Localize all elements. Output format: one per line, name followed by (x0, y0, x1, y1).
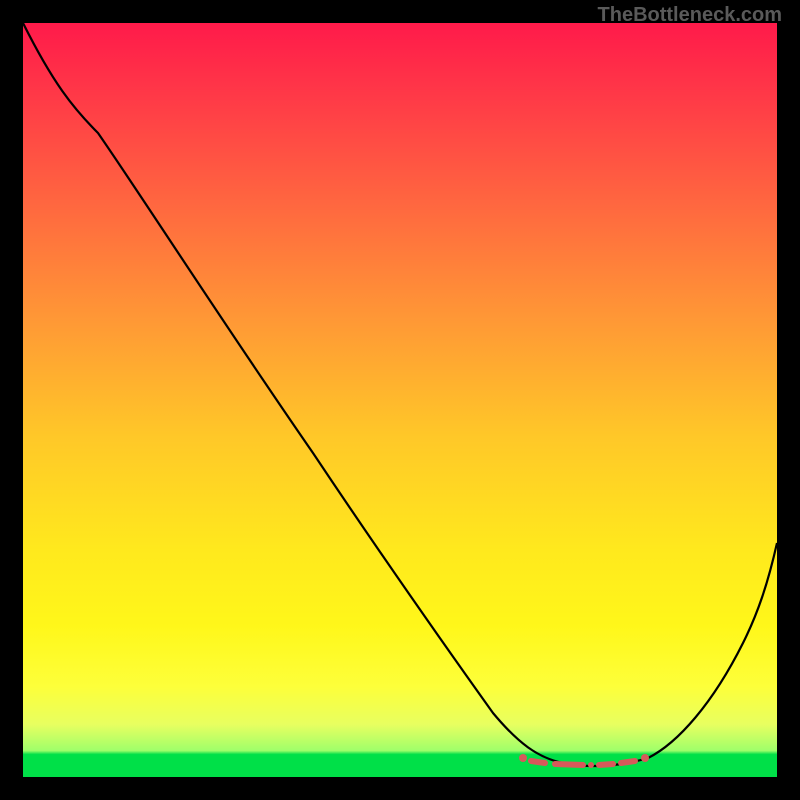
chart-plot-area (23, 23, 777, 777)
bottleneck-curve (23, 23, 777, 766)
watermark-text: TheBottleneck.com (598, 4, 782, 27)
chart-svg (23, 23, 777, 777)
optimal-zone-marker (519, 754, 649, 768)
